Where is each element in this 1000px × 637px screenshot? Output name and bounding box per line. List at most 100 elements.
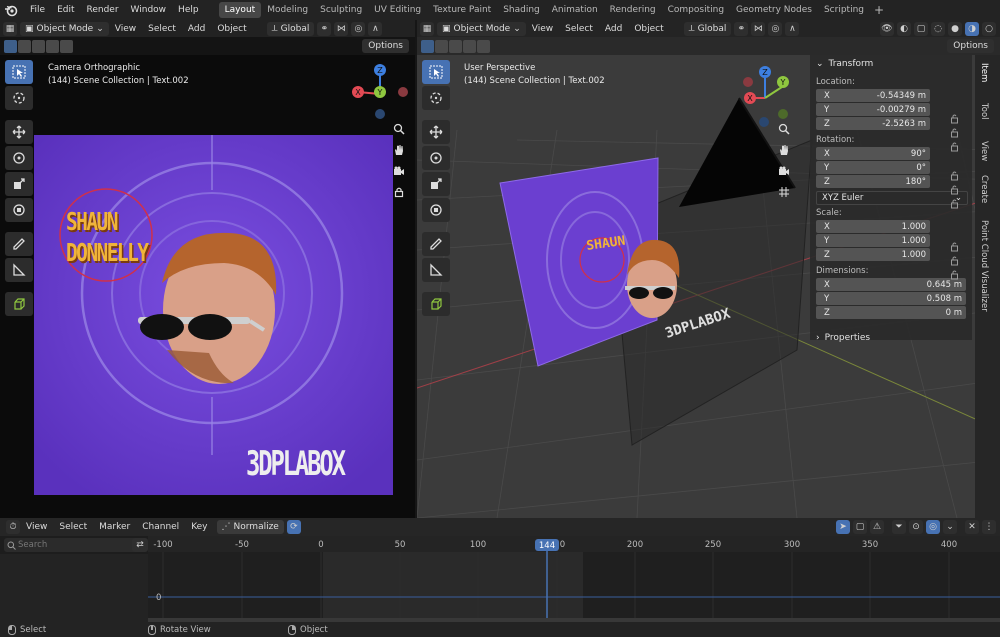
tab-view[interactable]: View: [979, 141, 989, 161]
camera-icon[interactable]: [390, 162, 408, 180]
menu-object[interactable]: Object: [628, 24, 669, 34]
grid-ortho-icon[interactable]: [775, 183, 793, 201]
swap-icon[interactable]: ⇄: [132, 538, 148, 552]
editor-type-icon[interactable]: ▦: [420, 21, 434, 36]
selection-mode-buttons[interactable]: [4, 39, 73, 53]
filter-icon[interactable]: ⏷: [892, 520, 906, 534]
scale-tool[interactable]: [422, 172, 450, 196]
add-workspace-button[interactable]: +: [870, 3, 888, 17]
cursor-tool[interactable]: [5, 86, 33, 110]
select-box-tool[interactable]: [422, 60, 450, 84]
more-icon[interactable]: ⋮: [982, 520, 996, 534]
editor-type-icon[interactable]: ⏱: [6, 520, 20, 534]
properties-section-header[interactable]: › Properties: [810, 329, 972, 347]
dimensions-y-field[interactable]: Y 0.508 m: [816, 292, 966, 305]
timeline-menu-channel[interactable]: Channel: [136, 522, 185, 532]
annotate-tool[interactable]: [5, 232, 33, 256]
rotation-z-field[interactable]: Z 180°: [816, 175, 930, 188]
menu-file[interactable]: File: [24, 0, 51, 20]
tab-shading[interactable]: Shading: [497, 2, 546, 18]
falloff-icon[interactable]: ∧: [785, 21, 800, 36]
selection-mode-buttons[interactable]: [421, 39, 490, 53]
tab-scripting[interactable]: Scripting: [818, 2, 870, 18]
scale-y-field[interactable]: Y 1.000: [816, 234, 930, 247]
timeline-menu-marker[interactable]: Marker: [93, 522, 136, 532]
only-selected-icon[interactable]: ➤: [836, 520, 850, 534]
refresh-icon[interactable]: ⟳: [286, 520, 301, 534]
editor-type-icon[interactable]: ▦: [3, 21, 17, 36]
transform-tool[interactable]: [422, 198, 450, 222]
lock-camera-icon[interactable]: [390, 183, 408, 201]
overlays-icon[interactable]: ◐: [897, 21, 911, 36]
menu-add[interactable]: Add: [182, 24, 211, 34]
proportional-edit-icon[interactable]: ◎: [768, 21, 783, 36]
lock-icon[interactable]: [950, 114, 960, 154]
timeline-menu-view[interactable]: View: [20, 522, 53, 532]
add-cube-tool[interactable]: [5, 292, 33, 316]
measure-tool[interactable]: [422, 258, 450, 282]
mode-dropdown[interactable]: ▣ Object Mode ⌄: [20, 21, 109, 36]
dimensions-z-field[interactable]: Z 0 m: [816, 306, 966, 319]
snap-icon[interactable]: ⋈: [334, 21, 349, 36]
tab-compositing[interactable]: Compositing: [662, 2, 730, 18]
shading-solid-icon[interactable]: ●: [948, 21, 962, 36]
rotate-tool[interactable]: [5, 146, 33, 170]
zoom-icon[interactable]: [775, 120, 793, 138]
zoom-icon[interactable]: [390, 120, 408, 138]
orientation-dropdown[interactable]: ⟂ Global: [266, 21, 315, 36]
tab-point-cloud-visualizer[interactable]: Point Cloud Visualizer: [979, 220, 989, 312]
annotate-tool[interactable]: [422, 232, 450, 256]
menu-select[interactable]: Select: [142, 24, 182, 34]
proportional-edit-icon[interactable]: ◎: [351, 21, 366, 36]
rotate-tool[interactable]: [422, 146, 450, 170]
cursor-tool[interactable]: [422, 86, 450, 110]
mode-dropdown[interactable]: ▣ Object Mode ⌄: [437, 21, 526, 36]
pivot-timeline-icon[interactable]: ⊙: [909, 520, 923, 534]
tab-uv-editing[interactable]: UV Editing: [368, 2, 427, 18]
tab-create[interactable]: Create: [979, 175, 989, 203]
normalize-toggle[interactable]: ⋰ Normalize: [216, 520, 284, 534]
add-cube-tool[interactable]: [422, 292, 450, 316]
timeline-menu-select[interactable]: Select: [53, 522, 93, 532]
menu-render[interactable]: Render: [81, 0, 125, 20]
channel-search-input[interactable]: Search: [4, 538, 144, 552]
camera-viewport[interactable]: SHAUN DONNELLY 3DPLABOX ▦ ▣ Object Mode …: [0, 20, 415, 518]
menu-help[interactable]: Help: [172, 0, 205, 20]
timeline-editor[interactable]: ⏱ View Select Marker Channel Key ⋰ Norma…: [0, 518, 1000, 637]
transform-section-header[interactable]: ⌄ Transform: [810, 55, 972, 73]
select-box-tool[interactable]: [5, 60, 33, 84]
rotation-x-field[interactable]: X 90°: [816, 147, 930, 160]
tab-rendering[interactable]: Rendering: [604, 2, 662, 18]
scale-z-field[interactable]: Z 1.000: [816, 248, 930, 261]
navigation-gizmo[interactable]: X Z Y: [348, 62, 412, 126]
menu-add[interactable]: Add: [599, 24, 628, 34]
tab-item[interactable]: Item: [979, 63, 989, 82]
tab-animation[interactable]: Animation: [546, 2, 604, 18]
timeline-menu-key[interactable]: Key: [185, 522, 213, 532]
hand-pan-icon[interactable]: [775, 141, 793, 159]
tab-modeling[interactable]: Modeling: [261, 2, 314, 18]
pivot-icon[interactable]: ⚭: [734, 21, 749, 36]
dimensions-x-field[interactable]: X 0.645 m: [816, 278, 966, 291]
menu-window[interactable]: Window: [125, 0, 173, 20]
tab-layout[interactable]: Layout: [218, 2, 262, 18]
options-button[interactable]: Options: [362, 39, 409, 53]
orientation-dropdown[interactable]: ⟂ Global: [683, 21, 732, 36]
proportional-timeline-icon[interactable]: ◎: [926, 520, 940, 534]
menu-select[interactable]: Select: [559, 24, 599, 34]
rotation-y-field[interactable]: Y 0°: [816, 161, 930, 174]
snap-icon[interactable]: ⋈: [751, 21, 766, 36]
xray-icon[interactable]: ▢: [914, 21, 928, 36]
hand-pan-icon[interactable]: [390, 141, 408, 159]
timeline-graph[interactable]: -100 -50 0 50 100 150 200 250 300 350 40…: [148, 536, 1000, 622]
menu-view[interactable]: View: [526, 24, 559, 34]
close-icon[interactable]: ✕: [965, 520, 979, 534]
blender-logo-icon[interactable]: [4, 3, 18, 17]
pivot-icon[interactable]: ⚭: [317, 21, 332, 36]
lock-icon[interactable]: [950, 242, 960, 282]
menu-object[interactable]: Object: [211, 24, 252, 34]
tab-geometry-nodes[interactable]: Geometry Nodes: [730, 2, 818, 18]
shading-wireframe-icon[interactable]: ◌: [931, 21, 945, 36]
tab-texture-paint[interactable]: Texture Paint: [427, 2, 497, 18]
menu-edit[interactable]: Edit: [51, 0, 80, 20]
